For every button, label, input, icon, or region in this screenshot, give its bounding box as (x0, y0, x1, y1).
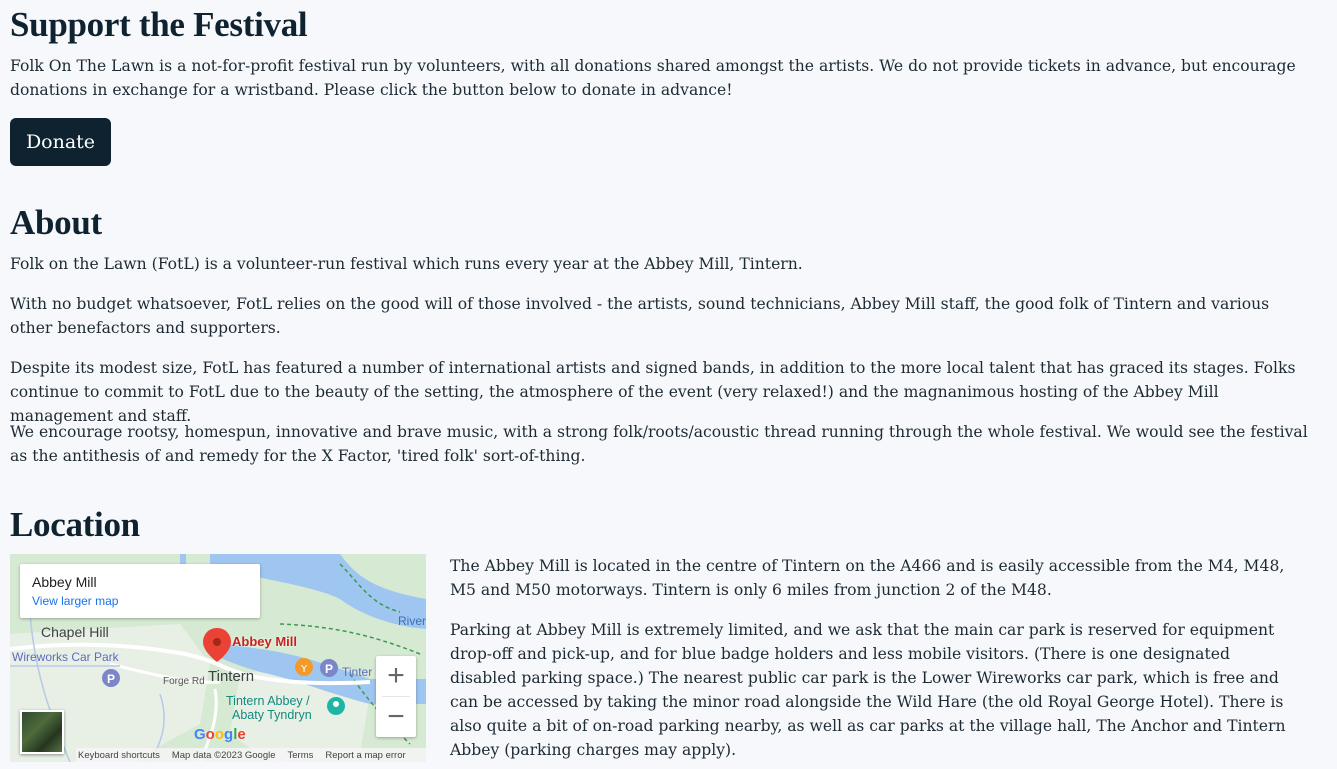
donate-button[interactable]: Donate (10, 118, 111, 166)
view-larger-map-link[interactable]: View larger map (32, 594, 118, 608)
map-label-abbey-mill: Abbey Mill (232, 634, 298, 649)
about-paragraph-4: We encourage rootsy, homespun, innovativ… (10, 423, 1308, 465)
svg-text:P: P (325, 662, 333, 676)
map-label-tinter: Tinter (342, 665, 373, 679)
map-label-tintern: Tintern (208, 668, 255, 685)
map-label-wireworks: Wireworks Car Park (12, 650, 119, 664)
report-map-error-link[interactable]: Report a map error (325, 750, 405, 761)
svg-text:Y: Y (300, 664, 308, 675)
map-label-tintern-abbey: Tintern Abbey / (226, 694, 310, 708)
location-heading: Location (10, 505, 140, 544)
map-label-forge-rd: Forge Rd (163, 676, 205, 687)
map-label-river: River (398, 614, 426, 628)
map-card-title: Abbey Mill (32, 574, 97, 590)
location-paragraph-2: Parking at Abbey Mill is extremely limit… (450, 621, 1286, 759)
map-data-text: Map data ©2023 Google (171, 749, 276, 761)
support-text: Folk On The Lawn is a not-for-profit fes… (10, 57, 1296, 99)
google-logo: Google (194, 726, 246, 743)
svg-text:P: P (107, 672, 115, 686)
map-label-chapel-hill: Chapel Hill (41, 624, 109, 640)
map-zoom-control: + − (376, 656, 416, 737)
zoom-out-button[interactable]: − (376, 697, 416, 737)
zoom-in-button[interactable]: + (376, 656, 416, 696)
about-paragraph-2: With no budget whatsoever, FotL relies o… (10, 295, 1270, 337)
map-attribution-bar: Keyboard shortcuts Map data ©2023 Google… (76, 748, 426, 762)
map-label-abaty-tyndryn: Abaty Tyndryn (232, 708, 312, 722)
about-paragraph-1: Folk on the Lawn (FotL) is a volunteer-r… (10, 255, 803, 273)
terms-link[interactable]: Terms (288, 750, 314, 761)
satellite-toggle-button[interactable] (20, 710, 64, 754)
location-paragraph-1: The Abbey Mill is located in the centre … (450, 557, 1285, 599)
support-heading: Support the Festival (10, 5, 308, 44)
map-info-card: Abbey Mill View larger map (20, 564, 260, 618)
keyboard-shortcuts-link[interactable]: Keyboard shortcuts (78, 750, 160, 761)
about-paragraph-3: Despite its modest size, FotL has featur… (10, 359, 1296, 425)
embedded-map[interactable]: P P Y Chapel Hill Wireworks Car Park Abb… (10, 554, 426, 762)
about-heading: About (10, 203, 102, 242)
